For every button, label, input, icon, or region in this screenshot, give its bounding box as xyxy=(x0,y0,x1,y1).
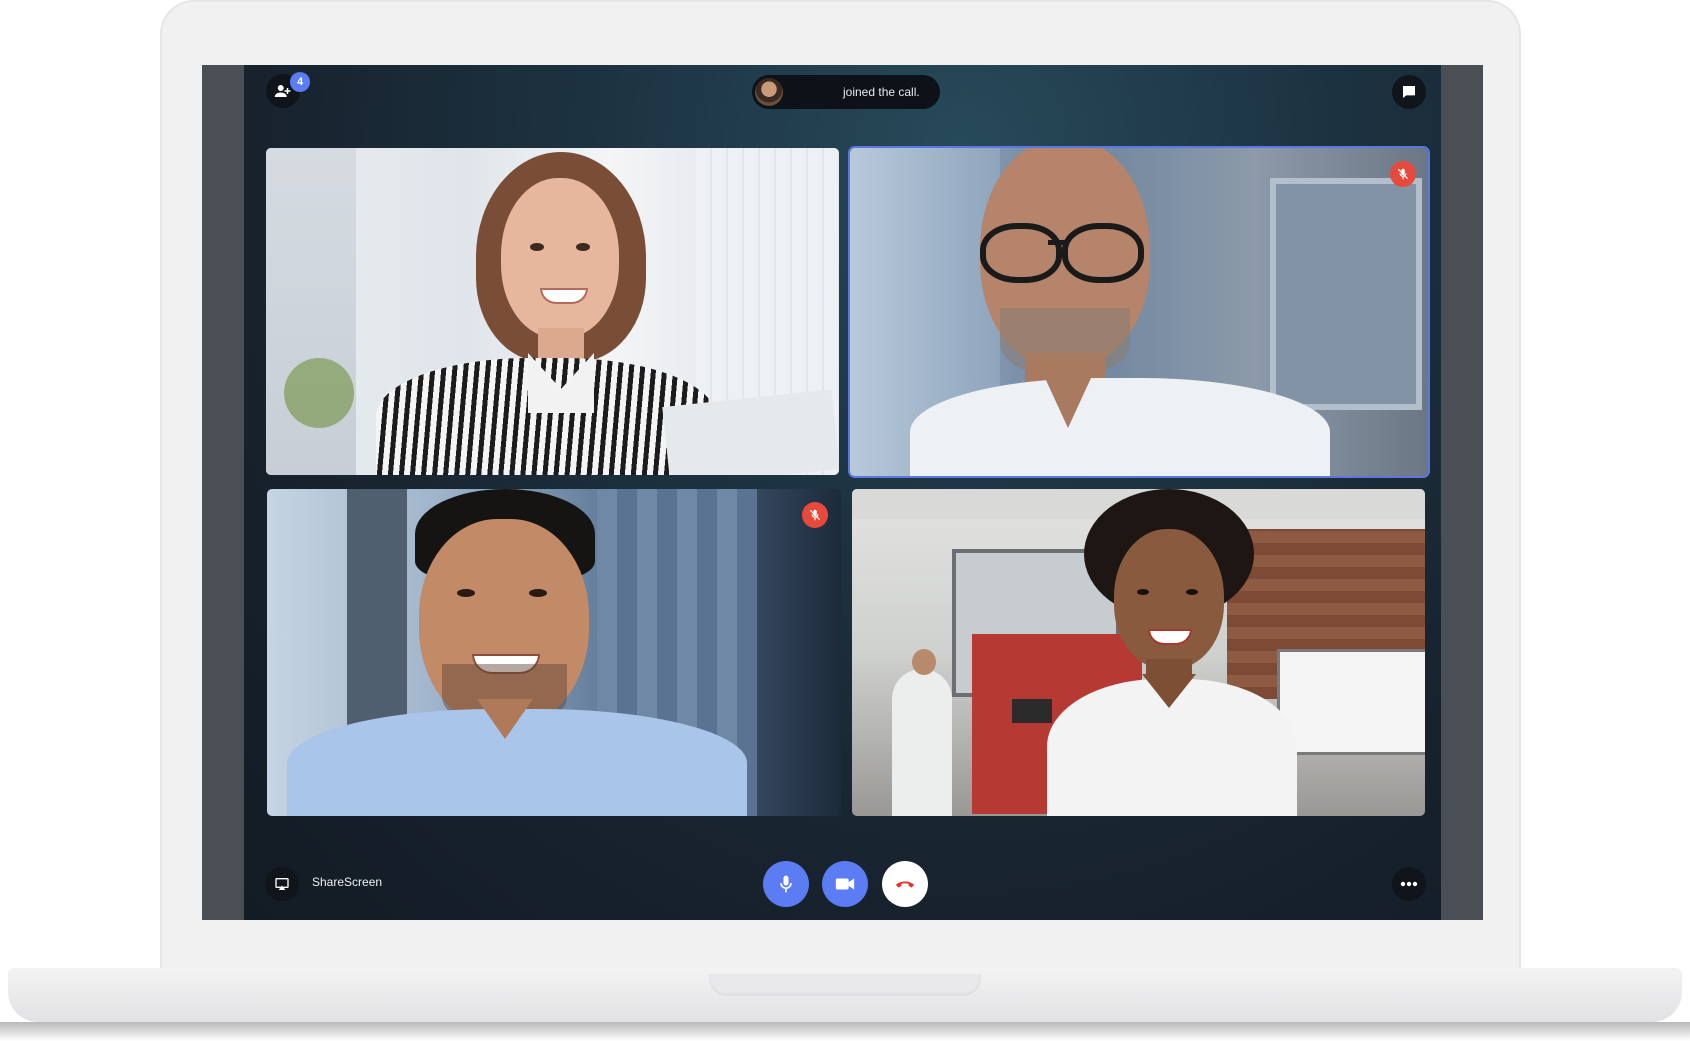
participant-muted-indicator xyxy=(1390,161,1416,187)
screen-side-left xyxy=(202,65,244,920)
screen-side-right xyxy=(1441,65,1483,920)
camera-button[interactable] xyxy=(822,861,868,907)
participants-count-badge: 4 xyxy=(290,72,310,92)
share-screen-button[interactable] xyxy=(265,867,299,901)
laptop-shadow xyxy=(0,1022,1690,1041)
notification-text: joined the call. xyxy=(843,85,920,99)
avatar xyxy=(755,78,783,106)
microphone-icon xyxy=(780,875,792,893)
share-screen-label[interactable]: ShareScreen xyxy=(312,875,382,889)
video-tile-woman-white-top[interactable] xyxy=(852,489,1425,816)
microphone-off-icon xyxy=(1397,168,1409,180)
chat-icon xyxy=(1403,86,1415,98)
join-notification: joined the call. xyxy=(752,75,940,109)
more-options-button[interactable] xyxy=(1392,867,1426,901)
more-options-icon xyxy=(1400,881,1418,887)
share-screen-icon xyxy=(275,878,289,890)
video-camera-icon xyxy=(835,878,855,890)
participant-muted-indicator xyxy=(802,502,828,528)
chat-button[interactable] xyxy=(1392,75,1426,109)
video-tile-woman-striped-shirt[interactable] xyxy=(266,148,839,475)
laptop-notch xyxy=(709,974,981,996)
microphone-button[interactable] xyxy=(763,861,809,907)
video-tile-man-blue-shirt[interactable] xyxy=(267,489,841,816)
microphone-off-icon xyxy=(809,509,821,521)
phone-hangup-icon xyxy=(895,881,915,888)
end-call-button[interactable] xyxy=(882,861,928,907)
video-tile-man-glasses[interactable] xyxy=(850,148,1428,476)
add-user-icon xyxy=(274,85,291,97)
